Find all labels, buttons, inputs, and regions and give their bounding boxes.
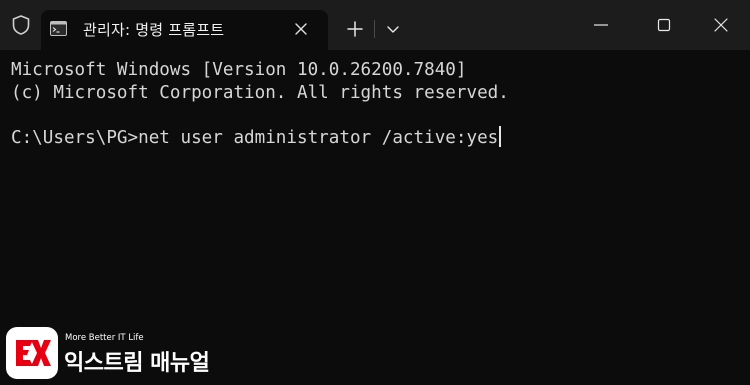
close-icon[interactable]	[293, 21, 309, 37]
watermark: More Better IT Life 익스트림 매뉴얼	[6, 327, 210, 381]
text-cursor	[499, 126, 501, 147]
maximize-icon	[657, 18, 671, 32]
maximize-button[interactable]	[638, 0, 690, 50]
terminal-window: 관리자: 명령 프롬프트 Microsoft Windows [Version …	[0, 0, 750, 385]
shield-icon	[10, 14, 32, 36]
tab-dropdown-button[interactable]	[379, 12, 407, 46]
close-window-button[interactable]	[695, 0, 747, 50]
copyright-line: (c) Microsoft Corporation. All rights re…	[11, 83, 509, 103]
plus-icon	[347, 21, 363, 37]
watermark-tagline: More Better IT Life	[65, 333, 144, 343]
tab-title: 관리자: 명령 프롬프트	[83, 21, 225, 39]
tab-command-prompt[interactable]: 관리자: 명령 프롬프트	[41, 10, 328, 50]
prompt: C:\Users\PG>	[11, 128, 139, 148]
toolbar-divider	[374, 20, 375, 38]
minimize-button[interactable]	[575, 0, 627, 50]
command-prompt-icon	[50, 21, 67, 36]
watermark-name: 익스트림 매뉴얼	[64, 351, 210, 376]
title-bar: 관리자: 명령 프롬프트	[0, 0, 750, 50]
command-line[interactable]: C:\Users\PG>net user administrator /acti…	[11, 126, 501, 150]
new-tab-button[interactable]	[338, 12, 372, 46]
command-input[interactable]: net user administrator /active:yes	[138, 128, 498, 148]
chevron-down-icon	[387, 26, 399, 33]
version-line: Microsoft Windows [Version 10.0.26200.78…	[11, 60, 467, 80]
ex-logo	[6, 327, 58, 379]
close-icon	[714, 18, 728, 32]
